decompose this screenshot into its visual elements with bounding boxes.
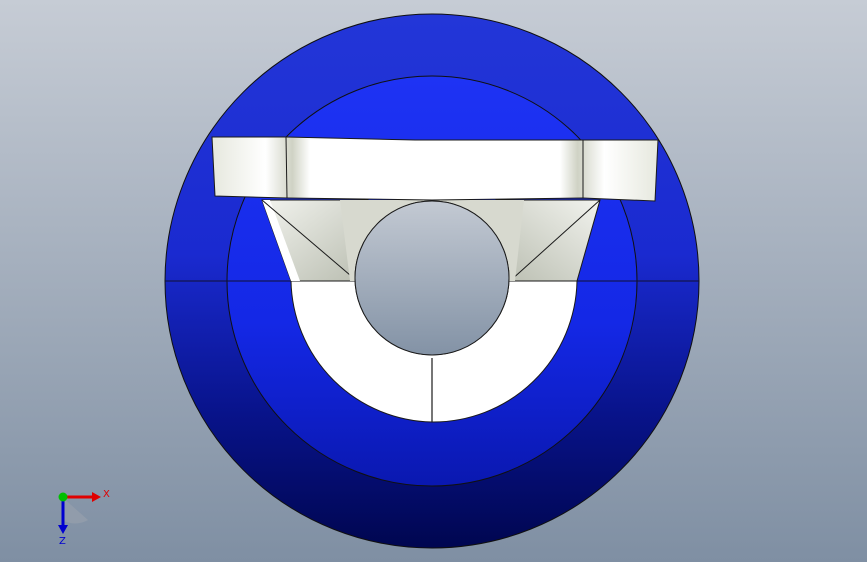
model-canvas[interactable]: X Z bbox=[0, 0, 867, 562]
triad-origin bbox=[58, 492, 68, 502]
center-bore-shade bbox=[355, 201, 509, 355]
triad-x-label: X bbox=[103, 489, 110, 500]
graphics-viewport[interactable]: X Z bbox=[0, 0, 867, 562]
triad-z-label: Z bbox=[59, 536, 66, 547]
clamp-bar bbox=[211, 136, 659, 202]
